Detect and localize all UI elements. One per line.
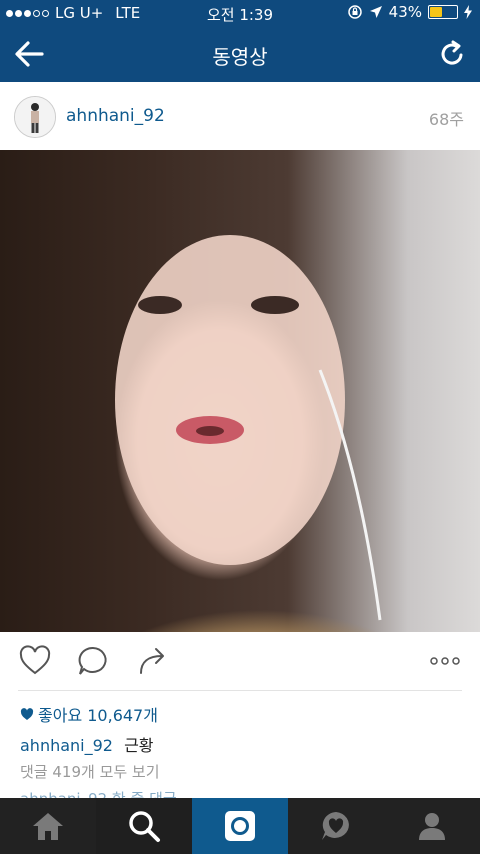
post-time: 68주	[428, 110, 464, 129]
post-username[interactable]: ahnhani_92	[66, 106, 165, 126]
camera-icon	[225, 811, 255, 841]
post-actions	[0, 632, 480, 690]
post-caption: ahnhani_92 근황	[20, 732, 154, 756]
activity-heart-icon	[322, 812, 349, 840]
likes-row[interactable]: 좋아요 10,647개	[20, 702, 158, 726]
tab-search[interactable]	[96, 798, 192, 854]
tab-home[interactable]	[0, 798, 96, 854]
home-icon	[33, 813, 63, 840]
rotation-lock-icon	[347, 5, 362, 19]
caption-text: 근황	[124, 736, 154, 755]
tab-profile[interactable]	[384, 798, 480, 854]
refresh-icon[interactable]	[436, 38, 468, 70]
heart-icon[interactable]	[18, 644, 52, 678]
page-title: 동영상	[212, 45, 268, 69]
actions-divider	[18, 690, 462, 691]
tab-activity[interactable]	[288, 798, 384, 854]
battery-percent: 43%	[388, 3, 422, 21]
charging-bolt-icon	[464, 5, 472, 19]
view-all-comments-link[interactable]: 댓글 419개 모두 보기	[20, 761, 160, 782]
avatar-figure-icon	[15, 97, 55, 137]
battery-icon	[428, 5, 458, 19]
location-arrow-icon	[369, 6, 382, 18]
caption-username[interactable]: ahnhani_92	[20, 736, 113, 755]
nav-bar: 동영상	[0, 26, 480, 82]
more-dots-icon[interactable]	[428, 644, 462, 678]
status-bar: LG U+ LTE 오전 1:39 43%	[0, 0, 480, 26]
bottom-tab-bar	[0, 798, 480, 854]
tab-camera[interactable]	[192, 798, 288, 854]
status-right: 43%	[347, 3, 472, 21]
battery-fill	[430, 7, 443, 17]
video-frame	[115, 235, 382, 621]
avatar[interactable]	[14, 96, 56, 138]
comment-icon[interactable]	[76, 644, 110, 678]
share-arrow-icon[interactable]	[136, 644, 170, 678]
search-icon	[129, 811, 160, 842]
likes-count: 좋아요 10,647개	[38, 706, 158, 725]
small-heart-icon	[20, 708, 34, 720]
profile-icon	[419, 813, 445, 840]
video-player[interactable]	[0, 150, 480, 632]
post-header: ahnhani_92 68주	[0, 82, 480, 150]
